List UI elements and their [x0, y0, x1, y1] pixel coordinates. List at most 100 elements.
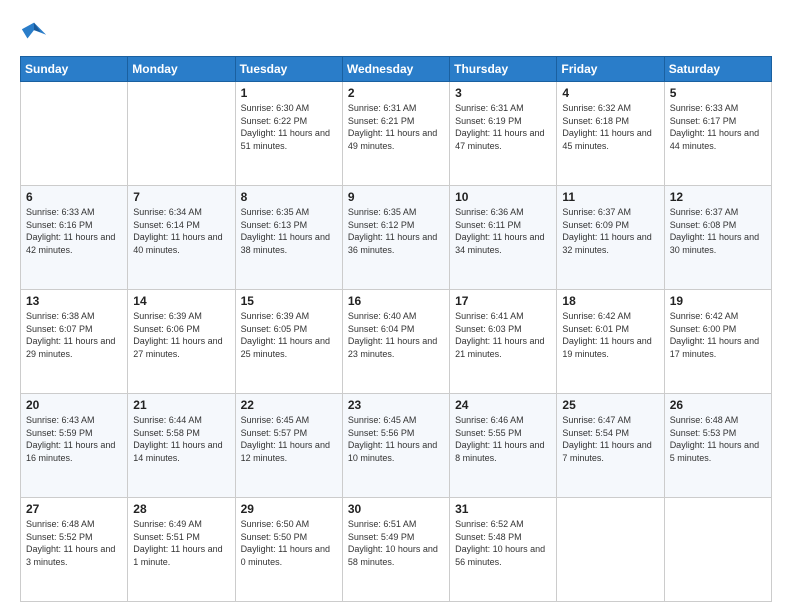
page: SundayMondayTuesdayWednesdayThursdayFrid… — [0, 0, 792, 612]
calendar-cell: 8 Sunrise: 6:35 AM Sunset: 6:13 PM Daylig… — [235, 186, 342, 290]
calendar-cell: 5Sunrise: 6:33 AM Sunset: 6:17 PM Daylig… — [664, 82, 771, 186]
day-number: 14 — [133, 294, 229, 308]
day-number: 10 — [455, 190, 551, 204]
day-info: Sunrise: 6:32 AM Sunset: 6:18 PM Dayligh… — [562, 102, 658, 152]
day-number: 9 — [348, 190, 444, 204]
calendar-cell: 9 Sunrise: 6:35 AM Sunset: 6:12 PM Daylig… — [342, 186, 449, 290]
day-info: Sunrise: 6:37 AM Sunset: 6:08 PM Dayligh… — [670, 206, 766, 256]
weekday-header-friday: Friday — [557, 57, 664, 82]
calendar-cell: 22 Sunrise: 6:45 AM Sunset: 5:57 PM Dayli… — [235, 394, 342, 498]
day-info: Sunrise: 6:46 AM Sunset: 5:55 PM Dayligh… — [455, 414, 551, 464]
calendar-cell: 25Sunrise: 6:47 AM Sunset: 5:54 PM Dayli… — [557, 394, 664, 498]
calendar-cell: 10 Sunrise: 6:36 AM Sunset: 6:11 PM Dayli… — [450, 186, 557, 290]
day-info: Sunrise: 6:39 AM Sunset: 6:05 PM Dayligh… — [241, 310, 337, 360]
logo-icon — [20, 18, 48, 46]
calendar-cell: 17 Sunrise: 6:41 AM Sunset: 6:03 PM Dayli… — [450, 290, 557, 394]
calendar-cell: 3 Sunrise: 6:31 AM Sunset: 6:19 PM Daylig… — [450, 82, 557, 186]
day-info: Sunrise: 6:36 AM Sunset: 6:11 PM Dayligh… — [455, 206, 551, 256]
day-info: Sunrise: 6:35 AM Sunset: 6:12 PM Dayligh… — [348, 206, 444, 256]
calendar-cell — [664, 498, 771, 602]
logo — [20, 18, 52, 46]
day-number: 4 — [562, 86, 658, 100]
week-row-3: 13 Sunrise: 6:38 AM Sunset: 6:07 PM Dayli… — [21, 290, 772, 394]
weekday-header-wednesday: Wednesday — [342, 57, 449, 82]
day-number: 17 — [455, 294, 551, 308]
weekday-header-tuesday: Tuesday — [235, 57, 342, 82]
header — [20, 18, 772, 46]
day-number: 29 — [241, 502, 337, 516]
day-info: Sunrise: 6:45 AM Sunset: 5:57 PM Dayligh… — [241, 414, 337, 464]
calendar-cell: 16 Sunrise: 6:40 AM Sunset: 6:04 PM Dayli… — [342, 290, 449, 394]
calendar-cell: 6 Sunrise: 6:33 AM Sunset: 6:16 PM Daylig… — [21, 186, 128, 290]
day-info: Sunrise: 6:35 AM Sunset: 6:13 PM Dayligh… — [241, 206, 337, 256]
day-number: 24 — [455, 398, 551, 412]
day-number: 5 — [670, 86, 766, 100]
day-info: Sunrise: 6:48 AM Sunset: 5:52 PM Dayligh… — [26, 518, 122, 568]
calendar-cell: 24 Sunrise: 6:46 AM Sunset: 5:55 PM Dayli… — [450, 394, 557, 498]
day-info: Sunrise: 6:42 AM Sunset: 6:01 PM Dayligh… — [562, 310, 658, 360]
day-number: 7 — [133, 190, 229, 204]
calendar-cell: 18Sunrise: 6:42 AM Sunset: 6:01 PM Dayli… — [557, 290, 664, 394]
weekday-header-row: SundayMondayTuesdayWednesdayThursdayFrid… — [21, 57, 772, 82]
calendar-cell: 28 Sunrise: 6:49 AM Sunset: 5:51 PM Dayli… — [128, 498, 235, 602]
day-number: 19 — [670, 294, 766, 308]
calendar-cell: 14 Sunrise: 6:39 AM Sunset: 6:06 PM Dayli… — [128, 290, 235, 394]
day-number: 13 — [26, 294, 122, 308]
day-number: 12 — [670, 190, 766, 204]
day-info: Sunrise: 6:34 AM Sunset: 6:14 PM Dayligh… — [133, 206, 229, 256]
calendar-cell: 27 Sunrise: 6:48 AM Sunset: 5:52 PM Dayli… — [21, 498, 128, 602]
weekday-header-sunday: Sunday — [21, 57, 128, 82]
day-number: 16 — [348, 294, 444, 308]
calendar-cell — [21, 82, 128, 186]
calendar-cell: 4 Sunrise: 6:32 AM Sunset: 6:18 PM Daylig… — [557, 82, 664, 186]
calendar: SundayMondayTuesdayWednesdayThursdayFrid… — [20, 56, 772, 602]
week-row-5: 27 Sunrise: 6:48 AM Sunset: 5:52 PM Dayli… — [21, 498, 772, 602]
day-number: 11 — [562, 190, 658, 204]
day-number: 3 — [455, 86, 551, 100]
day-info: Sunrise: 6:47 AM Sunset: 5:54 PM Dayligh… — [562, 414, 658, 464]
calendar-cell: 13 Sunrise: 6:38 AM Sunset: 6:07 PM Dayli… — [21, 290, 128, 394]
day-info: Sunrise: 6:43 AM Sunset: 5:59 PM Dayligh… — [26, 414, 122, 464]
day-number: 2 — [348, 86, 444, 100]
calendar-cell: 7 Sunrise: 6:34 AM Sunset: 6:14 PM Daylig… — [128, 186, 235, 290]
calendar-cell: 2 Sunrise: 6:31 AM Sunset: 6:21 PM Daylig… — [342, 82, 449, 186]
day-info: Sunrise: 6:40 AM Sunset: 6:04 PM Dayligh… — [348, 310, 444, 360]
day-info: Sunrise: 6:39 AM Sunset: 6:06 PM Dayligh… — [133, 310, 229, 360]
day-number: 22 — [241, 398, 337, 412]
calendar-cell — [128, 82, 235, 186]
day-info: Sunrise: 6:49 AM Sunset: 5:51 PM Dayligh… — [133, 518, 229, 568]
week-row-4: 20 Sunrise: 6:43 AM Sunset: 5:59 PM Dayli… — [21, 394, 772, 498]
calendar-cell: 31Sunrise: 6:52 AM Sunset: 5:48 PM Dayli… — [450, 498, 557, 602]
calendar-cell: 26Sunrise: 6:48 AM Sunset: 5:53 PM Dayli… — [664, 394, 771, 498]
calendar-cell — [557, 498, 664, 602]
week-row-2: 6 Sunrise: 6:33 AM Sunset: 6:16 PM Daylig… — [21, 186, 772, 290]
day-number: 15 — [241, 294, 337, 308]
day-number: 31 — [455, 502, 551, 516]
day-number: 8 — [241, 190, 337, 204]
calendar-cell: 15 Sunrise: 6:39 AM Sunset: 6:05 PM Dayli… — [235, 290, 342, 394]
weekday-header-saturday: Saturday — [664, 57, 771, 82]
day-number: 20 — [26, 398, 122, 412]
calendar-cell: 11 Sunrise: 6:37 AM Sunset: 6:09 PM Dayli… — [557, 186, 664, 290]
week-row-1: 1Sunrise: 6:30 AM Sunset: 6:22 PM Daylig… — [21, 82, 772, 186]
day-info: Sunrise: 6:31 AM Sunset: 6:19 PM Dayligh… — [455, 102, 551, 152]
calendar-cell: 23 Sunrise: 6:45 AM Sunset: 5:56 PM Dayli… — [342, 394, 449, 498]
day-info: Sunrise: 6:48 AM Sunset: 5:53 PM Dayligh… — [670, 414, 766, 464]
calendar-cell: 20 Sunrise: 6:43 AM Sunset: 5:59 PM Dayli… — [21, 394, 128, 498]
calendar-cell: 1Sunrise: 6:30 AM Sunset: 6:22 PM Daylig… — [235, 82, 342, 186]
day-info: Sunrise: 6:38 AM Sunset: 6:07 PM Dayligh… — [26, 310, 122, 360]
day-number: 21 — [133, 398, 229, 412]
day-number: 27 — [26, 502, 122, 516]
day-info: Sunrise: 6:33 AM Sunset: 6:16 PM Dayligh… — [26, 206, 122, 256]
calendar-cell: 19 Sunrise: 6:42 AM Sunset: 6:00 PM Dayli… — [664, 290, 771, 394]
day-number: 6 — [26, 190, 122, 204]
day-number: 23 — [348, 398, 444, 412]
day-info: Sunrise: 6:41 AM Sunset: 6:03 PM Dayligh… — [455, 310, 551, 360]
day-info: Sunrise: 6:31 AM Sunset: 6:21 PM Dayligh… — [348, 102, 444, 152]
day-number: 28 — [133, 502, 229, 516]
day-number: 30 — [348, 502, 444, 516]
day-info: Sunrise: 6:37 AM Sunset: 6:09 PM Dayligh… — [562, 206, 658, 256]
calendar-cell: 30Sunrise: 6:51 AM Sunset: 5:49 PM Dayli… — [342, 498, 449, 602]
day-info: Sunrise: 6:42 AM Sunset: 6:00 PM Dayligh… — [670, 310, 766, 360]
day-info: Sunrise: 6:45 AM Sunset: 5:56 PM Dayligh… — [348, 414, 444, 464]
